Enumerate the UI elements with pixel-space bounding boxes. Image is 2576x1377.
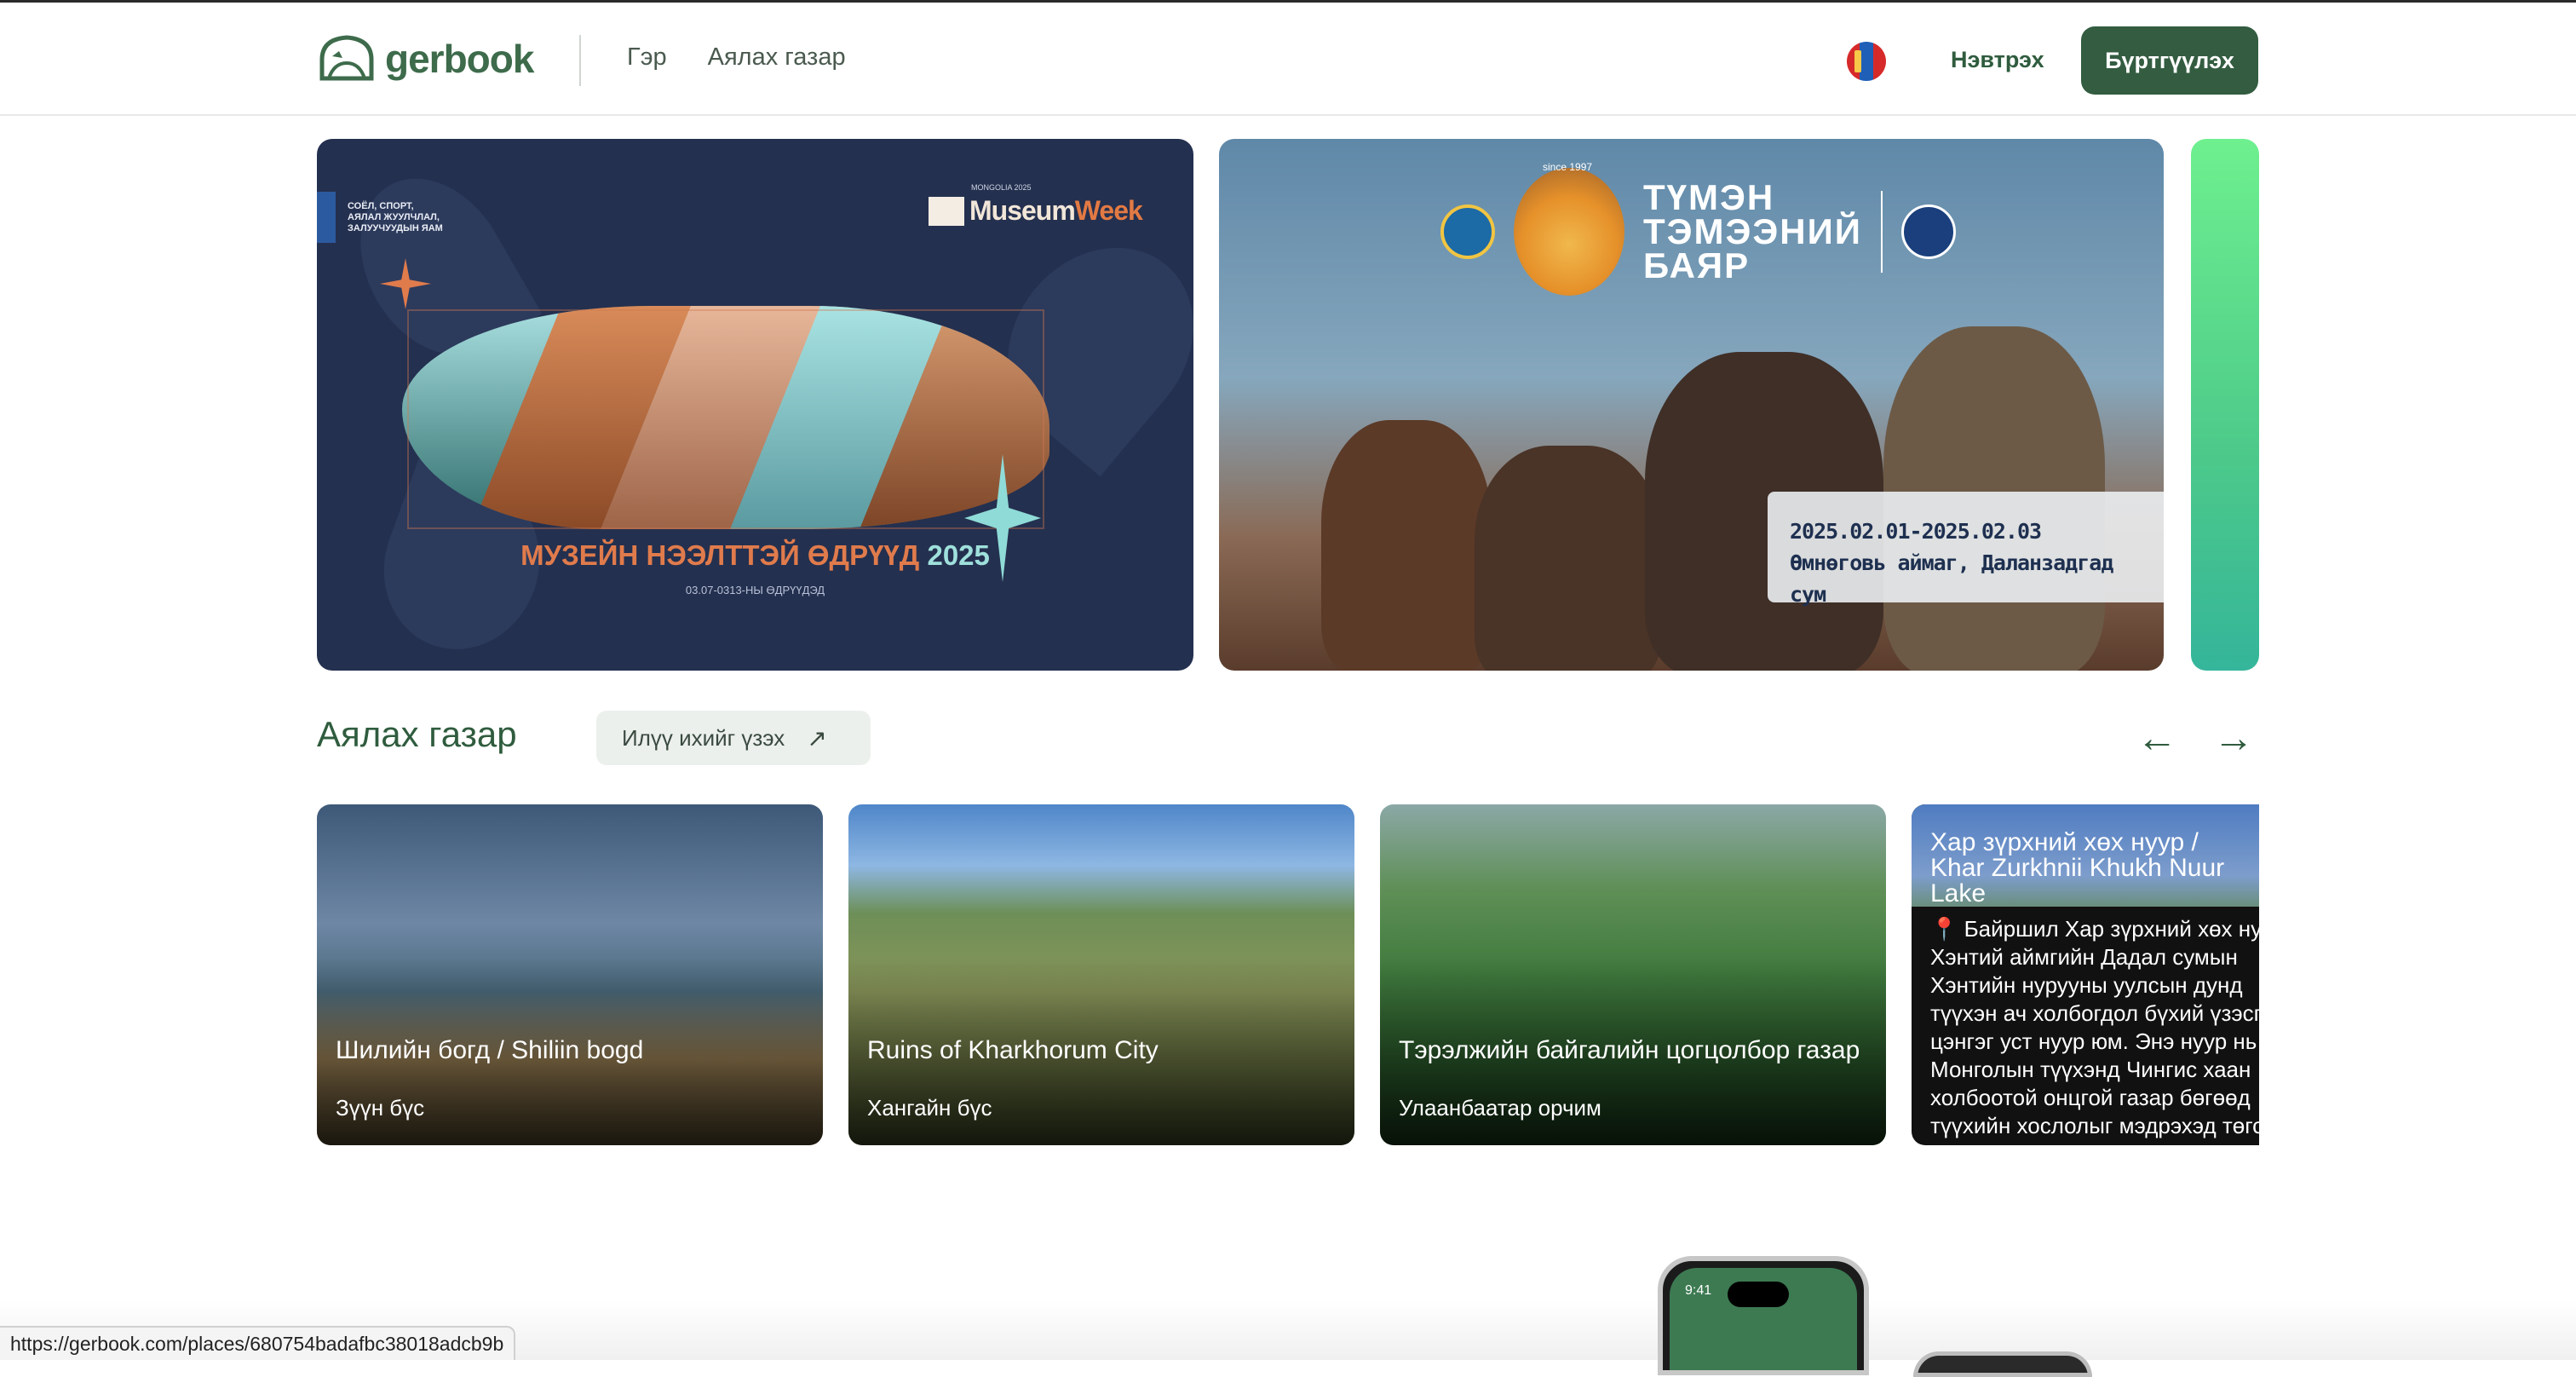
place-region: Улаанбаатар орчим xyxy=(1399,1095,1601,1121)
guinness-record-icon xyxy=(1901,205,1956,259)
arrow-right-icon: → xyxy=(2213,715,2254,761)
place-card[interactable]: Тэрэлжийн байгалийн цогцолбор газар Улаа… xyxy=(1380,804,1886,1145)
festival-title: ТҮМЭН ТЭМЭЭНИЙ БАЯР xyxy=(1643,177,1862,285)
arrow-up-right-icon: ↗ xyxy=(807,724,827,752)
museum-week-small: MONGOLIA 2025 xyxy=(971,183,1032,192)
ministry-emblem-icon xyxy=(317,192,336,243)
main-nav: Гэр Аялах газар xyxy=(627,43,846,72)
banner-camel-festival[interactable]: since 1997 ТҮМЭН ТЭМЭЭНИЙ БАЯР 2025.02.0… xyxy=(1219,139,2164,671)
camel-rider-image xyxy=(1321,420,1492,671)
see-all-button[interactable]: Илүү ихийг үзэх ↗ xyxy=(596,711,871,765)
nav-item-places[interactable]: Аялах газар xyxy=(708,43,846,72)
app-phone-mockup xyxy=(1913,1351,2092,1377)
login-button[interactable]: Нэвтрэх xyxy=(1951,47,2044,73)
section-title: Аялах газар xyxy=(317,714,517,754)
banner-subtitle: 03.07-0313-НЫ ӨДРҮҮДЭД xyxy=(685,584,825,596)
festival-date: 2025.02.01-2025.02.03 xyxy=(1790,519,2042,544)
place-title: Хар зүрхний хөх нуур / Khar Zurkhnii Khu… xyxy=(1930,828,2225,907)
festival-location: Өмнөговь аймаг, Даланзадгад сум xyxy=(1790,550,2113,607)
app-phone-mockup: 9:41 xyxy=(1658,1256,1869,1375)
place-region: Хангайн бүс xyxy=(867,1095,992,1121)
see-all-label: Илүү ихийг үзэх xyxy=(622,724,785,751)
phone-time: 9:41 xyxy=(1685,1283,1712,1298)
banner-title: МУЗЕЙН НЭЭЛТТЭЙ ӨДРҮҮД 2025 xyxy=(520,539,990,571)
ministry-text: СОЁЛ, СПОРТ, АЯЛАЛ ЖУУЛЧЛАЛ, ЗАЛУУЧУУДЫН… xyxy=(348,200,443,233)
register-button[interactable]: Бүртгүүлэх xyxy=(2081,26,2258,95)
place-title: Шилийн богд / Shiliin bogd xyxy=(336,1036,644,1064)
aimag-emblem-icon xyxy=(1440,205,1495,259)
place-title: Тэрэлжийн байгалийн цогцолбор газар xyxy=(1399,1036,1860,1064)
arrow-left-icon: ← xyxy=(2136,715,2177,761)
place-description: 📍 Байршил Хар зүрхний хөх нуур Хэнтий ай… xyxy=(1930,916,2259,1138)
logo-text: gerbook xyxy=(385,37,534,81)
place-region: Зүүн бүс xyxy=(336,1095,425,1121)
ger-logo-icon xyxy=(319,35,374,81)
language-flag-icon[interactable] xyxy=(1847,42,1886,81)
banner-museum-week[interactable]: СОЁЛ, СПОРТ, АЯЛАЛ ЖУУЛЧЛАЛ, ЗАЛУУЧУУДЫН… xyxy=(317,139,1193,671)
collage-frame xyxy=(407,309,1044,529)
header-divider xyxy=(579,35,581,86)
carousel-next-button[interactable]: → xyxy=(2208,712,2259,763)
festival-info-box: 2025.02.01-2025.02.03 Өмнөговь аймаг, Да… xyxy=(1768,492,2164,607)
nav-item-home[interactable]: Гэр xyxy=(627,43,667,72)
place-card-hovered[interactable]: Хар зүрхний хөх нуур / Khar Zurkhnii Khu… xyxy=(1912,804,2259,1145)
carousel-prev-button[interactable]: ← xyxy=(2131,712,2182,763)
title-divider xyxy=(1881,191,1883,273)
place-card[interactable]: Шилийн богд / Shiliin bogd Зүүн бүс xyxy=(317,804,823,1145)
festival-emblem-icon: since 1997 xyxy=(1514,161,1624,296)
museum-week-text: MuseumWeek xyxy=(969,195,1143,226)
place-card[interactable]: Ruins of Kharkhorum City Хангайн бүс xyxy=(848,804,1354,1145)
festival-header: since 1997 ТҮМЭН ТЭМЭЭНИЙ БАЯР xyxy=(1440,161,1956,296)
since-label: since 1997 xyxy=(1543,161,1593,173)
link-status-bar: https://gerbook.com/places/680754badafbc… xyxy=(0,1326,516,1360)
museum-week-logo: MONGOLIA 2025 MuseumWeek xyxy=(929,183,1143,227)
place-title: Ruins of Kharkhorum City xyxy=(867,1036,1159,1064)
museum-week-mark-icon xyxy=(929,196,964,226)
gerbook-logo[interactable]: gerbook xyxy=(317,32,534,86)
camel-rider-image xyxy=(1475,446,1662,671)
ministry-badge: СОЁЛ, СПОРТ, АЯЛАЛ ЖУУЛЧЛАЛ, ЗАЛУУЧУУДЫН… xyxy=(317,192,450,243)
banner-partial[interactable] xyxy=(2191,139,2259,671)
site-header: gerbook Гэр Аялах газар Нэвтрэх Бүртгүүл… xyxy=(0,3,2576,116)
